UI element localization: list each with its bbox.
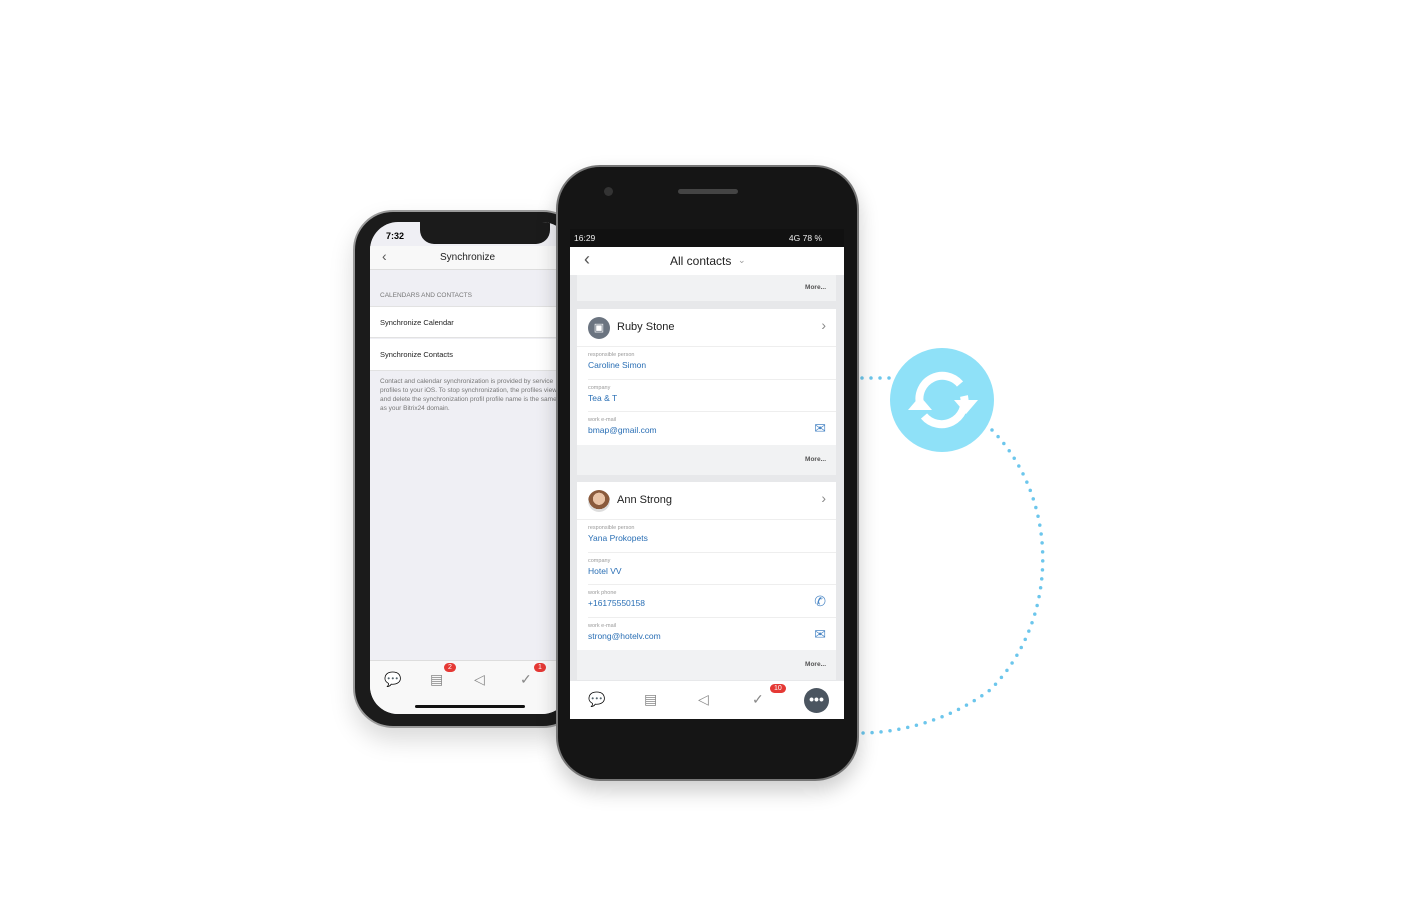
section-header: CALENDARS AND CONTACTS [380,292,472,299]
bell-icon[interactable]: ◁ [698,691,709,708]
back-icon[interactable]: ‹ [382,248,387,264]
contact-book-icon: ▣ [588,317,610,339]
bell-icon[interactable]: ◁ [474,671,485,688]
field-value[interactable]: strong@hotelv.com [588,631,836,641]
field-label: company [588,384,611,391]
contact-card: ▣ Ruby Stone › responsible person Carolin… [577,309,836,475]
mail-icon[interactable]: ✉ [814,626,826,643]
android-navbar: ‹ All contacts ⌄ [570,247,844,275]
contact-name[interactable]: Ann Strong [617,494,672,506]
field-email: work e-mail bmap@gmail.com ✉ [588,412,836,445]
chevron-down-icon: ⌄ [738,255,746,265]
field-label: work e-mail [588,622,617,629]
chat-icon[interactable]: 💬 [384,671,401,688]
camera [604,187,613,196]
ios-time: 7:32 [386,231,405,241]
ios-tabbar: 💬 ▤ 2 ◁ ✓ 1 [370,660,570,714]
contacts-filter-dropdown[interactable]: All contacts [670,254,731,268]
status-text: 4G 78 % [788,233,822,243]
mail-icon[interactable]: ✉ [814,420,826,437]
tasks-icon[interactable]: ✓ [752,691,764,708]
field-phone: work phone +16175550158 ✆ [588,585,836,618]
tasks-badge: 10 [770,684,786,693]
more-link[interactable]: More... [805,456,826,463]
field-company: company Tea & T [588,380,836,412]
contact-header[interactable]: Ann Strong › [577,482,836,520]
feed-icon[interactable]: ▤ [430,671,443,688]
status-bar: 16:29 4G 78 % [570,229,844,247]
chat-icon[interactable]: 💬 [588,691,605,708]
field-value[interactable]: bmap@gmail.com [588,425,836,435]
contact-name[interactable]: Ruby Stone [617,321,674,333]
feed-icon[interactable]: ▤ [644,691,657,708]
tasks-icon[interactable]: ✓ [520,671,532,688]
field-email: work e-mail strong@hotelv.com ✉ [588,618,836,651]
avatar [588,490,610,512]
sync-note: Contact and calendar synchronization is … [380,378,557,412]
more-link[interactable]: More... [805,661,826,668]
field-value[interactable]: Tea & T [588,393,836,403]
field-value[interactable]: +16175550158 [588,598,836,608]
field-company: company Hotel VV [588,553,836,585]
android-tabbar: 💬 ▤ ◁ ✓ 10 ••• [570,681,844,719]
ios-screen: 7:32 ‹ Synchronize CALENDARS AND CONTACT… [370,222,570,714]
android-time: 16:29 [574,233,596,243]
iphone-device: 7:32 ‹ Synchronize CALENDARS AND CONTACT… [353,210,583,728]
field-value[interactable]: Yana Prokopets [588,533,836,543]
contact-header[interactable]: ▣ Ruby Stone › [577,309,836,347]
notch [420,222,550,244]
sync-icon [890,348,994,452]
field-responsible: responsible person Yana Prokopets [588,520,836,553]
sync-contacts-row[interactable]: Synchronize Contacts [370,339,570,371]
chevron-right-icon: › [821,490,826,506]
ios-navbar: ‹ Synchronize [370,246,570,270]
field-responsible: responsible person Caroline Simon [588,347,836,380]
field-label: work phone [588,590,617,596]
field-label: responsible person [588,525,635,531]
field-value[interactable]: Caroline Simon [588,360,836,370]
field-value[interactable]: Hotel VV [588,566,836,576]
field-label: responsible person [588,352,635,358]
android-screen: 16:29 4G 78 % ‹ All contacts ⌄ More... ▣… [570,229,844,719]
more-menu-button[interactable]: ••• [804,688,829,713]
tasks-badge: 1 [534,663,546,672]
phone-icon[interactable]: ✆ [814,593,826,610]
android-device: 16:29 4G 78 % ‹ All contacts ⌄ More... ▣… [556,165,859,781]
page-title: Synchronize [440,252,496,263]
sync-calendar-row[interactable]: Synchronize Calendar [370,306,570,338]
home-indicator [415,705,525,708]
previous-card-footer: More... [577,275,836,301]
more-link[interactable]: More... [805,284,826,291]
field-label: work e-mail [588,417,617,423]
contact-card: Ann Strong › responsible person Yana Prok… [577,482,836,680]
chevron-right-icon: › [821,317,826,333]
field-label: company [588,557,611,564]
feed-badge: 2 [444,663,456,672]
speaker [678,189,738,194]
back-icon[interactable]: ‹ [584,249,590,270]
